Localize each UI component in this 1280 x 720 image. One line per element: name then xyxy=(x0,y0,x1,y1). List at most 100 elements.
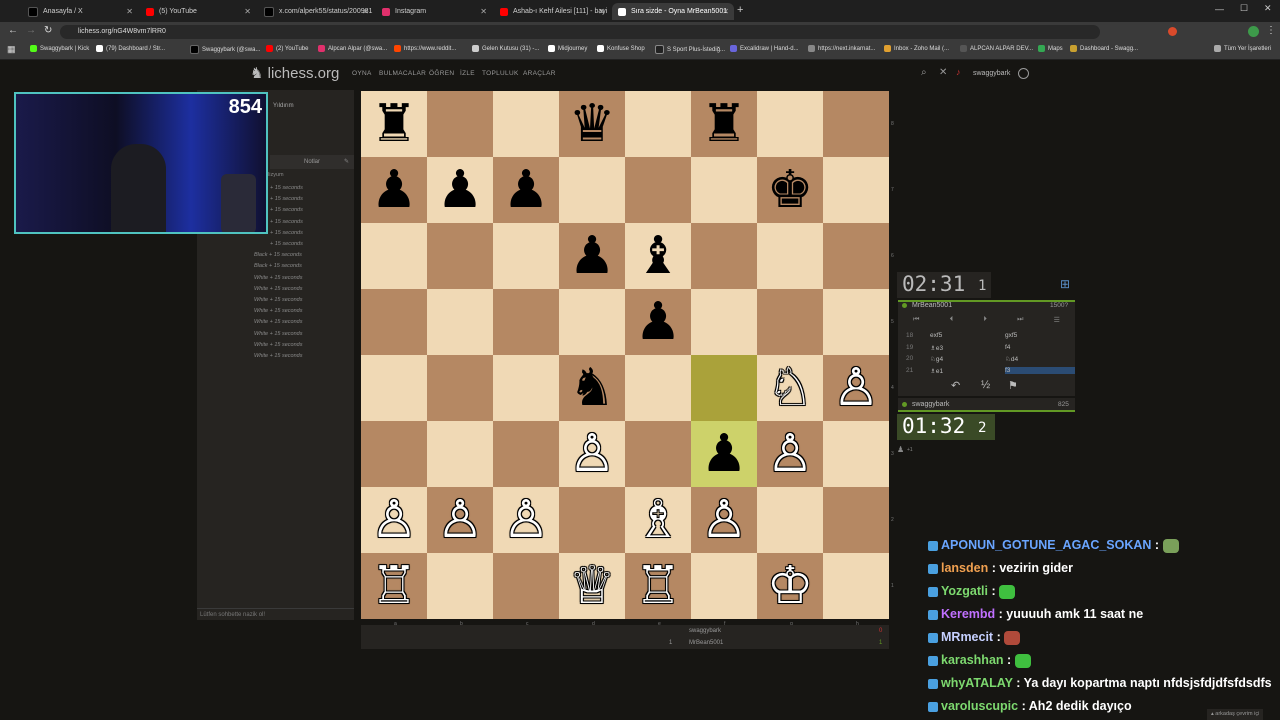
minimize-button[interactable]: — xyxy=(1215,4,1224,14)
next-move-icon[interactable]: ⏵ xyxy=(983,316,987,328)
square-b5[interactable] xyxy=(427,289,493,355)
chat-username[interactable]: Kerembd xyxy=(941,607,995,621)
moretime-button[interactable]: ⊞ xyxy=(1060,277,1070,291)
user-icon[interactable] xyxy=(1018,68,1029,79)
square-g2[interactable] xyxy=(757,487,823,553)
offer-draw-button[interactable]: ½ xyxy=(981,379,990,391)
first-move-icon[interactable]: ⏮ xyxy=(913,316,919,328)
close-icon[interactable]: ✕ xyxy=(939,67,947,78)
chat-username[interactable]: varoluscupic xyxy=(941,699,1018,713)
chess-piece-d6[interactable]: ♟ xyxy=(559,223,625,289)
forward-icon[interactable]: → xyxy=(26,25,36,36)
square-d2[interactable] xyxy=(559,487,625,553)
bookmark[interactable]: https://next.inkarnat... xyxy=(808,45,875,52)
square-e7[interactable] xyxy=(625,157,691,223)
last-move-icon[interactable]: ⏭ xyxy=(1017,316,1023,328)
chat-input[interactable]: Lütfen sohbette nazik ol! xyxy=(197,608,354,620)
chat-username[interactable]: APONUN_GOTUNE_AGAC_SOKAN xyxy=(941,538,1151,552)
chess-piece-a8[interactable]: ♜ xyxy=(361,91,427,157)
chess-piece-f2[interactable]: ♙ xyxy=(691,487,757,553)
takeback-icon[interactable]: ↶ xyxy=(951,379,960,392)
bookmark[interactable]: (79) Dashboard / Str... xyxy=(96,45,165,52)
bookmark[interactable]: Inbox - Zoho Mail (... xyxy=(884,45,949,52)
square-a4[interactable] xyxy=(361,355,427,421)
chat-username[interactable]: whyATALAY xyxy=(941,676,1013,690)
chat-username[interactable]: MRmecit xyxy=(941,630,993,644)
menu-icon[interactable]: ⋮ xyxy=(1266,25,1276,36)
square-a5[interactable] xyxy=(361,289,427,355)
back-icon[interactable]: ← xyxy=(8,25,18,36)
square-b3[interactable] xyxy=(427,421,493,487)
chess-piece-c2[interactable]: ♙ xyxy=(493,487,559,553)
nav-puzzles[interactable]: BULMACALAR xyxy=(379,70,426,77)
chess-piece-c7[interactable]: ♟ xyxy=(493,157,559,223)
square-a3[interactable] xyxy=(361,421,427,487)
browser-tab[interactable]: Ashab-ı Kehf Ailesi [111] - bayi ✕ xyxy=(494,3,610,20)
close-icon[interactable]: ✕ xyxy=(480,7,487,16)
square-c1[interactable] xyxy=(493,553,559,619)
square-f1[interactable] xyxy=(691,553,757,619)
square-e8[interactable] xyxy=(625,91,691,157)
opponent-name[interactable]: MrBean5001 xyxy=(912,302,952,309)
square-b1[interactable] xyxy=(427,553,493,619)
chess-piece-d1[interactable]: ♕ xyxy=(559,553,625,619)
notification-bell-icon[interactable]: ♪ xyxy=(956,67,961,77)
square-d5[interactable] xyxy=(559,289,625,355)
resign-flag-icon[interactable]: ⚑ xyxy=(1008,379,1018,392)
chat-username[interactable]: karashhan xyxy=(941,653,1004,667)
chess-piece-f8[interactable]: ♜ xyxy=(691,91,757,157)
prev-move-icon[interactable]: ⏴ xyxy=(950,316,954,328)
chess-piece-d3[interactable]: ♙ xyxy=(559,421,625,487)
bookmark[interactable]: Gelen Kutusu (31) -... xyxy=(472,45,539,52)
site-logo[interactable]: ♞ lichess.org xyxy=(250,64,339,82)
maximize-button[interactable]: ☐ xyxy=(1240,3,1248,14)
square-b4[interactable] xyxy=(427,355,493,421)
square-f4[interactable] xyxy=(691,355,757,421)
close-icon[interactable]: ✕ xyxy=(126,7,133,16)
browser-tab[interactable]: (5) YouTube ✕ xyxy=(140,3,256,20)
square-c4[interactable] xyxy=(493,355,559,421)
chess-piece-a1[interactable]: ♖ xyxy=(361,553,427,619)
chess-piece-g4[interactable]: ♘ xyxy=(757,355,823,421)
nav-tools[interactable]: ARAÇLAR xyxy=(523,70,556,77)
close-icon[interactable]: ✕ xyxy=(722,7,729,16)
square-d7[interactable] xyxy=(559,157,625,223)
chess-piece-a2[interactable]: ♙ xyxy=(361,487,427,553)
bookmark[interactable]: (2) YouTube xyxy=(266,45,308,52)
bookmark[interactable]: S Sport Plus-İstediğ... xyxy=(655,45,725,54)
url-input[interactable]: lichess.org/nG4W8vm7lRR0 xyxy=(60,25,1100,39)
chessboard[interactable]: ♜ ♛ ♜ 8 ♟ ♟ ♟ ♚ 7 ♟ ♝ 6 ♟ 5 ♞ ♘ ♙ 4 ♙ ♟ ♙ 3 ♙ ♙ ♙ ♗ ♙ 2 ♖ ♕ ♖ ♔ 1 a b c d e f g… xyxy=(361,91,894,627)
chess-piece-e5[interactable]: ♟ xyxy=(625,289,691,355)
bookmark[interactable]: ALPCAN ALPAR DEV... xyxy=(960,45,1033,52)
chess-piece-g1[interactable]: ♔ xyxy=(757,553,823,619)
chess-piece-d8[interactable]: ♛ xyxy=(559,91,625,157)
profile-avatar[interactable] xyxy=(1248,26,1259,37)
all-bookmarks[interactable]: Tüm Yer İşaretleri xyxy=(1214,45,1271,52)
reload-icon[interactable]: ↻ xyxy=(44,25,52,36)
square-e4[interactable] xyxy=(625,355,691,421)
square-h5[interactable] xyxy=(823,289,889,355)
bookmark[interactable]: https://www.reddit... xyxy=(394,45,456,52)
chess-piece-e1[interactable]: ♖ xyxy=(625,553,691,619)
square-h7[interactable] xyxy=(823,157,889,223)
search-icon[interactable]: ⌕ xyxy=(921,67,927,78)
square-g6[interactable] xyxy=(757,223,823,289)
bookmark[interactable]: Midjourney xyxy=(548,45,587,52)
browser-tab[interactable]: x.com/alperk55/status/200981 ✕ xyxy=(258,3,374,20)
square-h2[interactable] xyxy=(823,487,889,553)
nav-watch[interactable]: İZLE xyxy=(460,70,475,77)
friends-online[interactable]: ▴ arkadaş çevrim içi xyxy=(1207,709,1264,720)
square-f7[interactable] xyxy=(691,157,757,223)
square-g5[interactable] xyxy=(757,289,823,355)
bookmark[interactable]: Konfuse Shop xyxy=(597,45,645,52)
square-h8[interactable] xyxy=(823,91,889,157)
square-b6[interactable] xyxy=(427,223,493,289)
chess-piece-f3[interactable]: ♟ xyxy=(691,421,757,487)
move-white[interactable]: ♗e1 xyxy=(930,367,943,375)
close-icon[interactable]: ✕ xyxy=(598,7,605,16)
chat-username[interactable]: Yozgatli xyxy=(941,584,988,598)
chess-piece-b7[interactable]: ♟ xyxy=(427,157,493,223)
square-a6[interactable] xyxy=(361,223,427,289)
close-icon[interactable]: ✕ xyxy=(244,7,251,16)
square-c5[interactable] xyxy=(493,289,559,355)
